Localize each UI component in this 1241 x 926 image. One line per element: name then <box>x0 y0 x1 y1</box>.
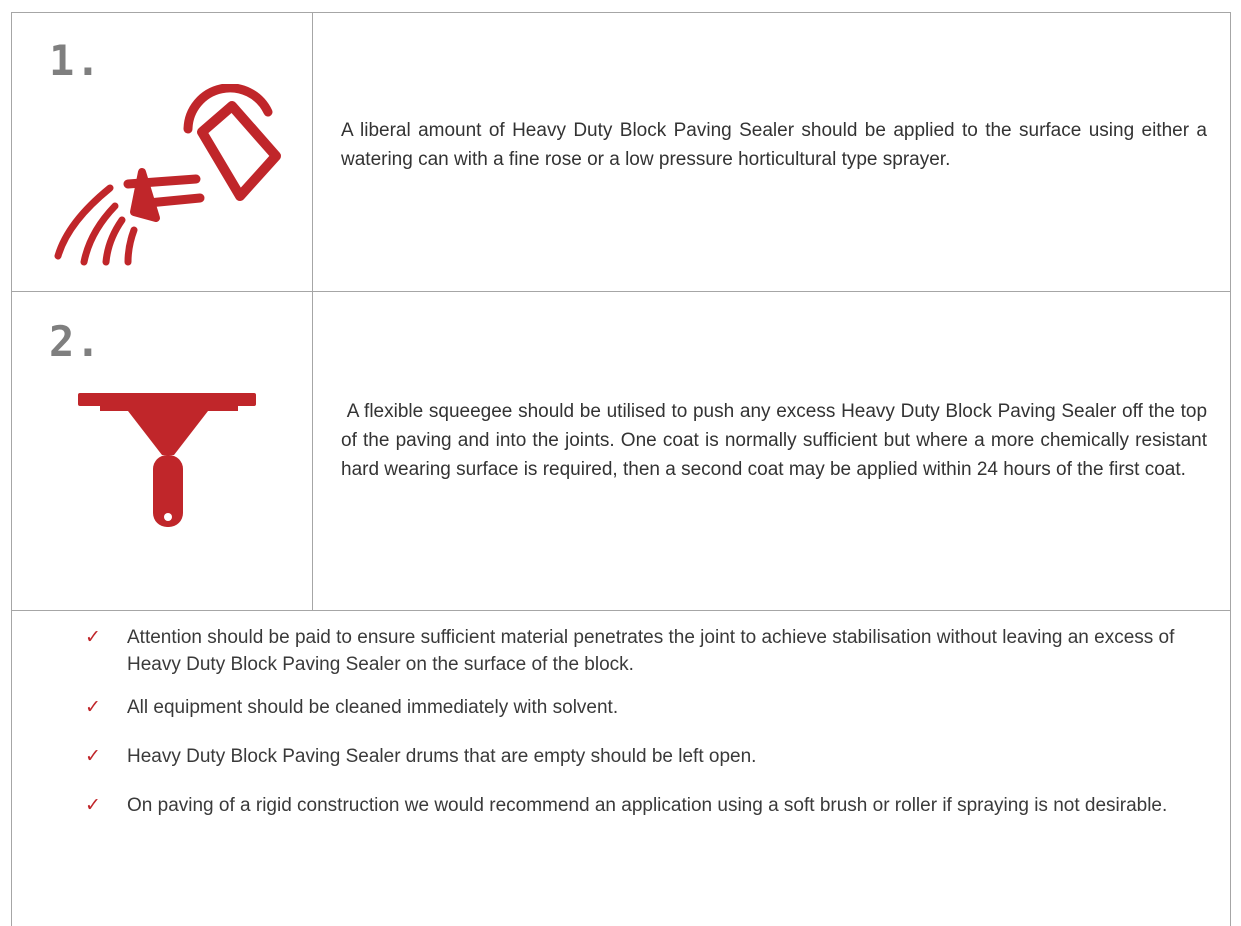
note-item: ✓ All equipment should be cleaned immedi… <box>85 694 1205 721</box>
note-item: ✓ Heavy Duty Block Paving Sealer drums t… <box>85 743 1205 770</box>
note-text: All equipment should be cleaned immediat… <box>127 697 619 718</box>
table-right-border <box>1230 12 1231 926</box>
table-top-border <box>11 12 1231 13</box>
note-item: ✓ Attention should be paid to ensure suf… <box>85 624 1205 678</box>
step-1-text: A liberal amount of Heavy Duty Block Pav… <box>341 120 1207 170</box>
step-1-number: 1. <box>49 36 102 85</box>
step-2-text: A flexible squeegee should be utilised t… <box>341 401 1213 480</box>
table-row-divider-2 <box>11 610 1231 611</box>
note-text: On paving of a rigid construction we wou… <box>127 795 1168 816</box>
note-item: ✓ On paving of a rigid construction we w… <box>85 792 1205 819</box>
watering-can-icon <box>54 84 281 266</box>
check-mark-icon: ✓ <box>85 794 101 816</box>
table-left-border <box>11 12 12 926</box>
check-mark-icon: ✓ <box>85 626 101 648</box>
note-text: Heavy Duty Block Paving Sealer drums tha… <box>127 746 757 767</box>
table-row-divider-1 <box>11 291 1231 292</box>
check-mark-icon: ✓ <box>85 745 101 767</box>
table-column-divider <box>312 12 313 611</box>
check-mark-icon: ✓ <box>85 696 101 718</box>
notes-list: ✓ Attention should be paid to ensure suf… <box>85 624 1205 819</box>
squeegee-icon <box>78 393 256 527</box>
step-2-number: 2. <box>49 317 102 366</box>
note-text: Attention should be paid to ensure suffi… <box>127 627 1175 675</box>
